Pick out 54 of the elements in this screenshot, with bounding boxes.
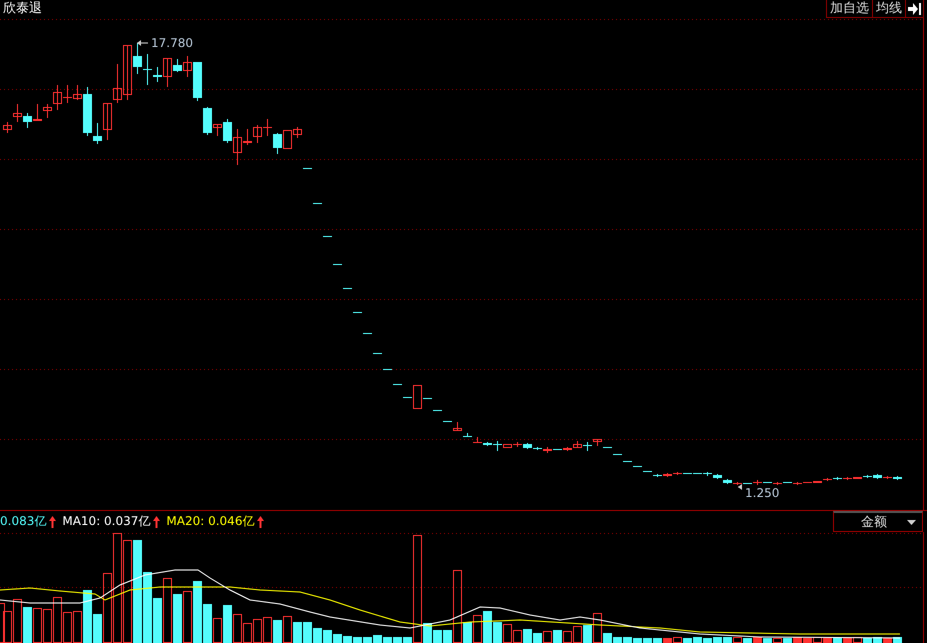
volume-bar <box>533 633 542 643</box>
toolbar-button[interactable]: 均线 <box>872 0 905 18</box>
volume-dropdown[interactable]: 金额 <box>833 511 923 532</box>
candlestick <box>33 104 42 122</box>
legend-value: MA10: 0.037亿 <box>62 513 150 530</box>
price-marker <box>738 484 742 490</box>
candlestick <box>273 132 282 154</box>
volume-bar <box>303 622 312 643</box>
price-label: 1.250 <box>745 486 780 500</box>
candlestick <box>353 312 362 313</box>
volume-bar <box>473 615 482 643</box>
volume-bar <box>523 629 532 643</box>
candlestick <box>583 442 592 452</box>
volume-bar <box>263 617 272 643</box>
volume-bar <box>23 607 32 643</box>
candlestick <box>333 264 342 265</box>
volume-bar <box>283 616 292 643</box>
volume-bar <box>43 609 52 643</box>
candlestick <box>253 124 262 144</box>
volume-bar <box>183 591 192 643</box>
up-arrow-icon <box>153 516 160 528</box>
candlestick <box>263 118 272 136</box>
candlestick <box>433 410 442 411</box>
volume-bar <box>273 620 282 643</box>
legend-value: 0.083亿 <box>0 513 46 530</box>
candlestick <box>373 353 382 354</box>
price-label: 17.780 <box>151 36 193 50</box>
price-marker <box>136 40 148 46</box>
volume-bar <box>313 628 322 643</box>
candlestick <box>313 203 322 204</box>
volume-bar <box>543 631 552 643</box>
candlestick <box>23 112 32 128</box>
up-arrow-icon <box>257 516 264 528</box>
candlestick <box>363 333 372 334</box>
caret-icon <box>907 520 916 524</box>
toolbar-button[interactable]: 加自选 <box>826 0 872 18</box>
candlestick <box>63 84 72 104</box>
volume-bar <box>573 626 582 643</box>
volume-bar <box>293 622 302 643</box>
candlestick <box>393 384 402 385</box>
volume-bar <box>553 630 562 643</box>
candlestick <box>303 168 312 169</box>
volume-bar <box>173 594 182 643</box>
volume-bar <box>563 631 572 643</box>
candlestick <box>323 236 332 237</box>
legend-value: MA20: 0.046亿 <box>166 513 254 530</box>
stock-title: 欣泰退 <box>2 0 42 18</box>
volume-bar <box>33 608 42 643</box>
candlestick <box>383 369 392 370</box>
candlestick <box>343 288 352 289</box>
candlestick <box>113 64 122 104</box>
up-arrow-icon <box>49 516 56 528</box>
volume-bar <box>13 599 22 643</box>
volume-bar <box>253 619 262 643</box>
